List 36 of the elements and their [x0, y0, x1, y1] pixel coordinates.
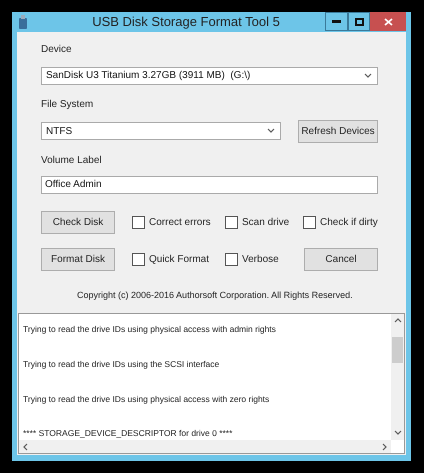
- checkbox-label: Check if dirty: [320, 216, 378, 230]
- checkbox[interactable]: [132, 252, 145, 266]
- log-line: Trying to read the drive IDs using the SCSI interface: [23, 358, 220, 370]
- scrollbar-thumb[interactable]: [392, 336, 403, 362]
- action-button[interactable]: Format Disk: [41, 248, 115, 270]
- checkbox-label: Scan drive: [242, 216, 290, 230]
- window-title: USB Disk Storage Format Tool 5: [91, 13, 281, 31]
- log-line: **** STORAGE_DEVICE_DESCRIPTOR for drive 0 ****: [23, 427, 234, 440]
- vertical-scrollbar[interactable]: [391, 314, 404, 440]
- horizontal-scrollbar[interactable]: [19, 440, 391, 453]
- volume-label-field[interactable]: Office Admin: [41, 176, 378, 194]
- log-line: Trying to read the drive IDs using physical access with zero rights: [23, 392, 270, 406]
- device-label: Device: [41, 42, 73, 56]
- checkbox[interactable]: [225, 252, 238, 266]
- volume-label-label: Volume Label: [41, 154, 103, 168]
- usb-drive-icon: [19, 14, 27, 29]
- checkbox[interactable]: [225, 216, 238, 228]
- cancel-button[interactable]: Cancel: [304, 248, 378, 270]
- checkbox-label: Correct errors: [149, 216, 211, 230]
- refresh-devices-button[interactable]: Refresh Devices: [298, 120, 378, 142]
- action-button[interactable]: Check Disk: [41, 210, 115, 234]
- close-icon: [384, 18, 392, 26]
- checkbox[interactable]: [303, 216, 316, 228]
- log-line: Trying to read the drive IDs using physical access with admin rights: [23, 323, 277, 336]
- minimize-button[interactable]: [325, 12, 348, 31]
- copyright-text: Copyright (c) 2006-2016 Authorsoft Corporation. All Rights Reserved.: [77, 288, 354, 302]
- checkbox-label: Verbose: [242, 252, 279, 266]
- checkbox-label: Quick Format: [149, 252, 210, 266]
- minimize-icon: [332, 20, 341, 23]
- maximize-button[interactable]: [348, 12, 370, 31]
- file-system-label: File System: [41, 98, 94, 112]
- checkbox[interactable]: [132, 216, 145, 228]
- maximize-icon: [354, 18, 364, 26]
- file-system-dropdown[interactable]: NTFS: [41, 122, 281, 140]
- device-dropdown[interactable]: SanDisk U3 Titanium 3.27GB (3911 MB) (G:\): [41, 66, 378, 84]
- close-button[interactable]: [370, 12, 406, 31]
